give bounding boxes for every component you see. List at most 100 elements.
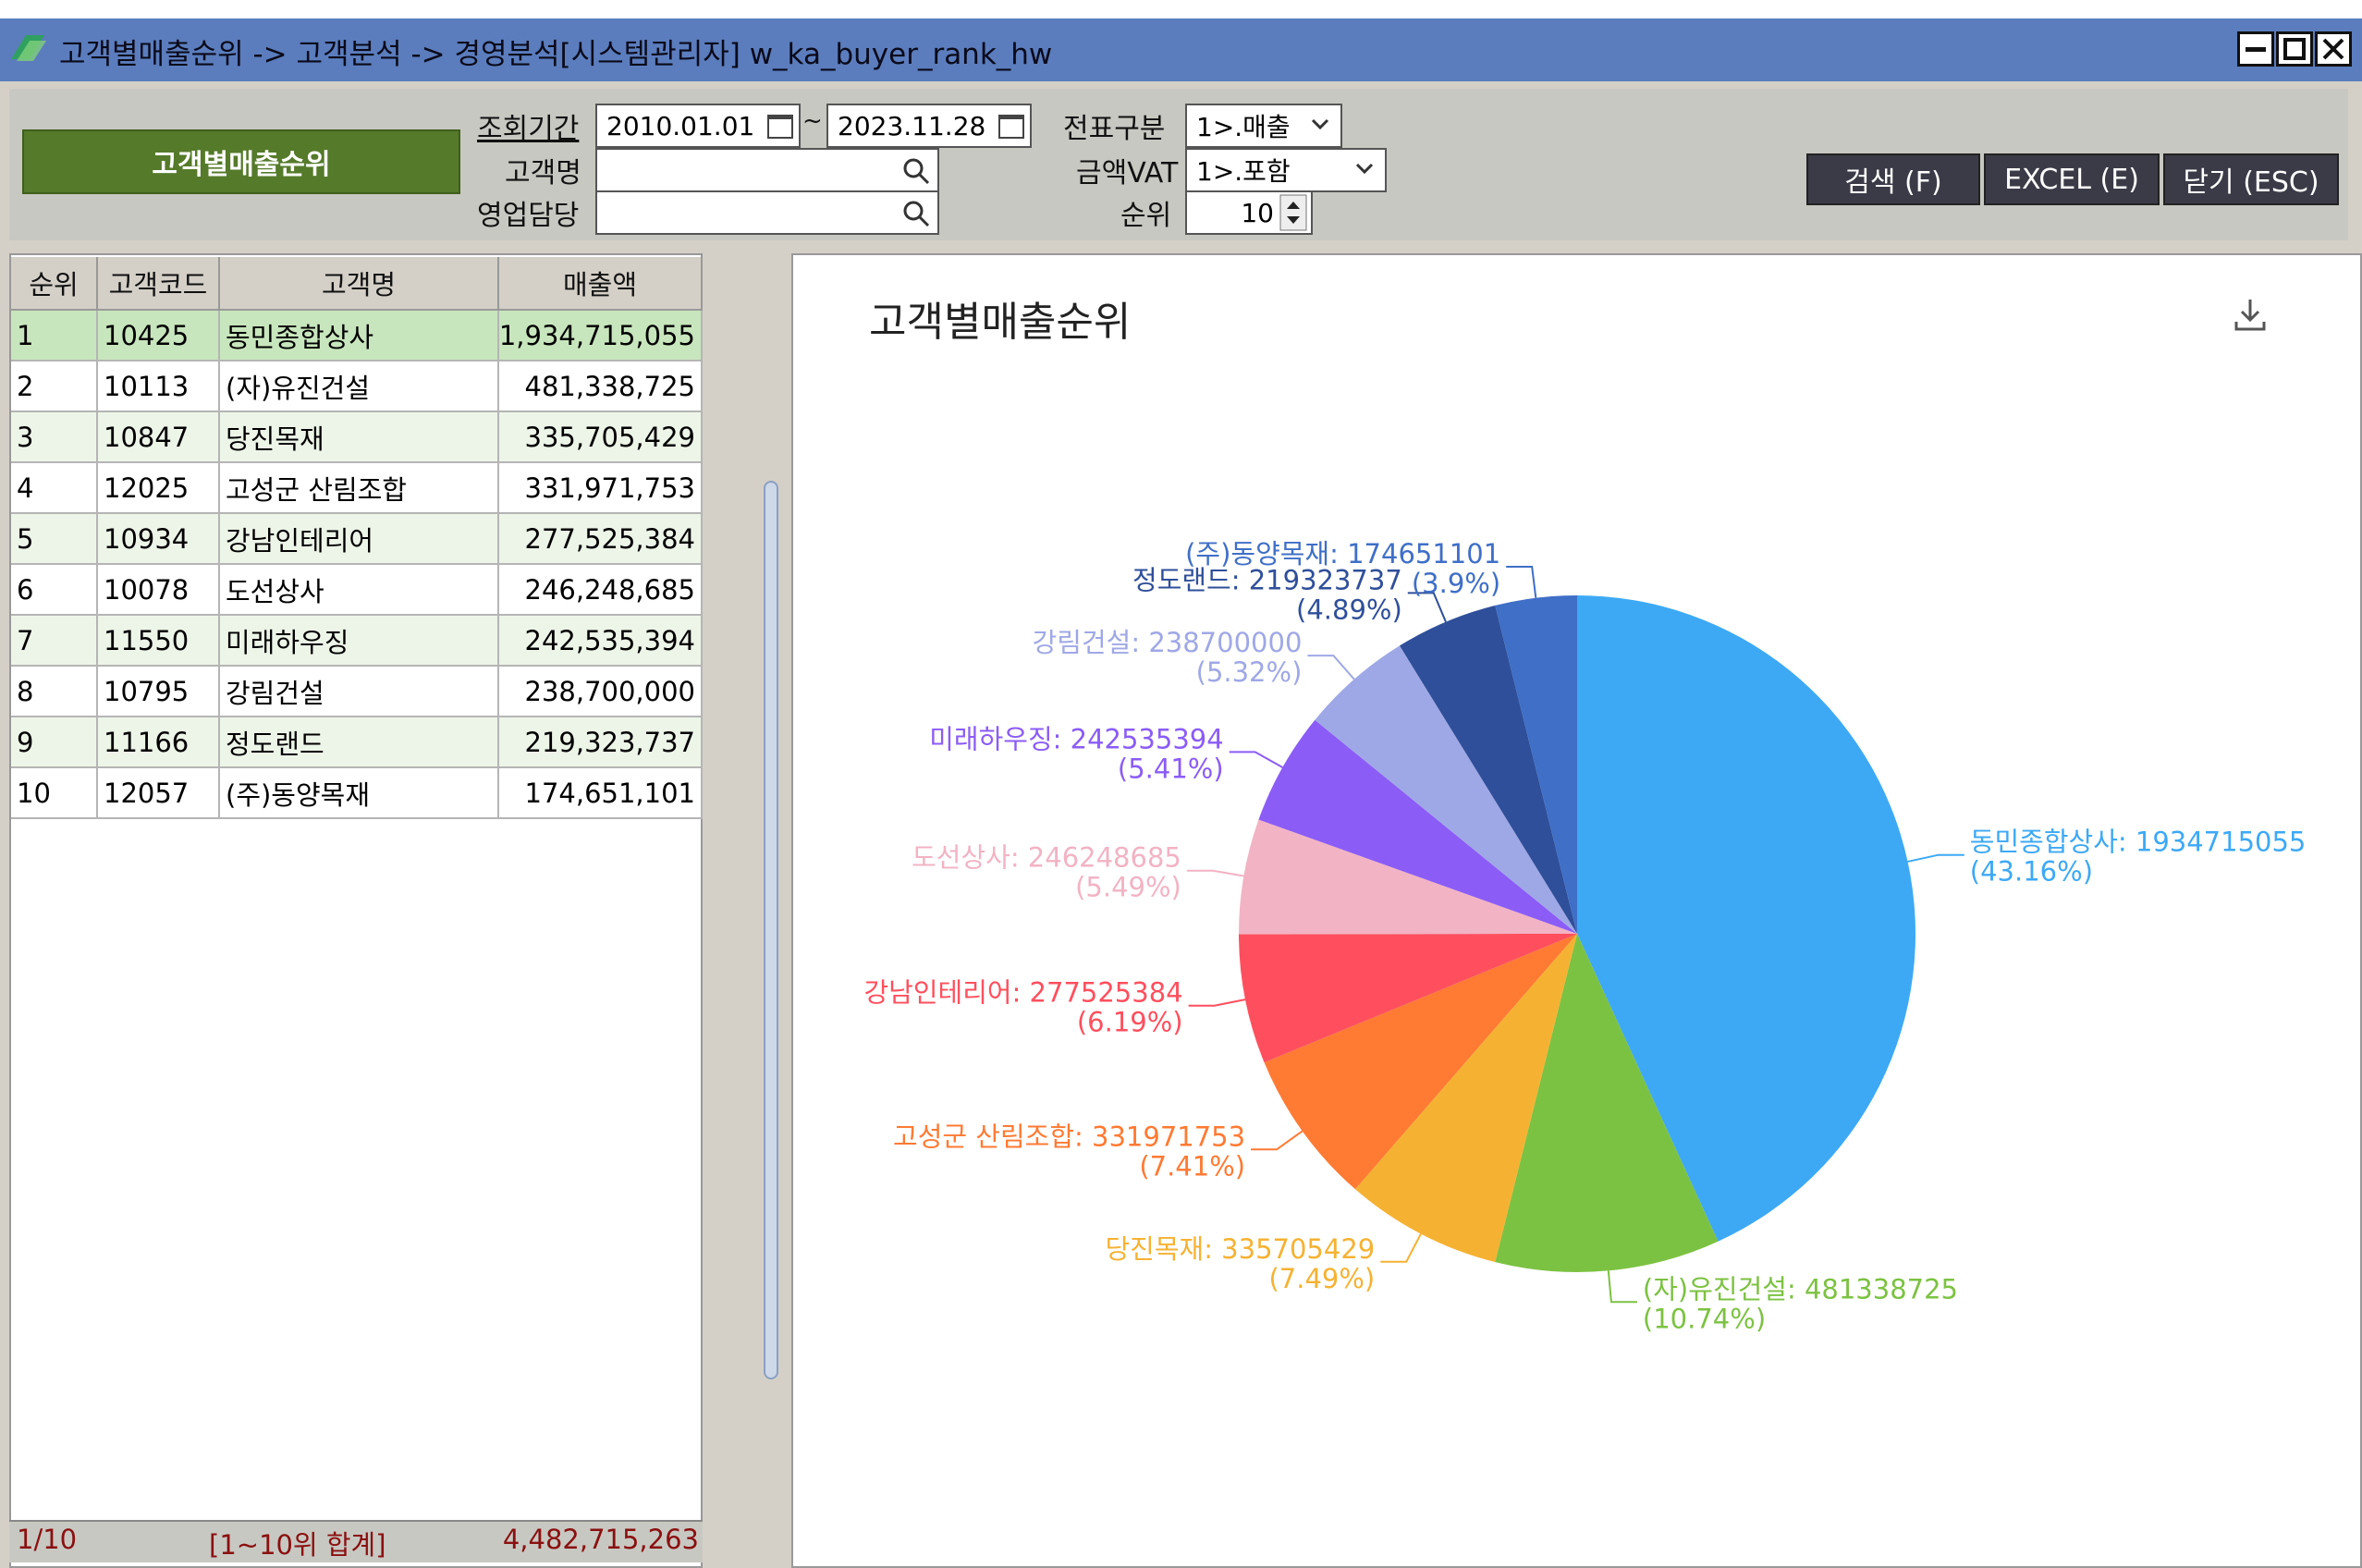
minimize-icon (2246, 47, 2266, 52)
sales-rep-label: 영업담당 (477, 200, 580, 232)
excel-button[interactable]: EXCEL (E) (1984, 153, 2160, 205)
slice-percent: (10.74%) (1643, 1303, 1766, 1334)
slice-label: (자)유진건설: 481338725 (1643, 1273, 1958, 1305)
app-icon (11, 35, 46, 61)
grid-cell-amount[interactable]: 277,525,384 (499, 514, 703, 565)
grid-cell-code[interactable]: 11166 (98, 717, 220, 768)
window-title: 고객별매출순위 -> 고객분석 -> 경영분석[시스템관리자] w_ka_buy… (59, 38, 1053, 71)
slice-percent: (3.9%) (1412, 568, 1500, 599)
grid-cell-rank[interactable]: 10 (11, 768, 98, 819)
chevron-down-icon (1311, 118, 1329, 130)
maximize-button[interactable] (2276, 31, 2313, 67)
pie-leader-line (1380, 1233, 1422, 1263)
pie-leader-line (1229, 751, 1283, 768)
grid-cell-name[interactable]: (자)유진건설 (220, 361, 499, 412)
grid-cell-name[interactable]: 미래하우징 (220, 616, 499, 667)
period-label: 조회기간 (477, 113, 580, 145)
grid-cell-name[interactable]: 강림건설 (220, 667, 499, 717)
grid-cell-amount[interactable]: 174,651,101 (499, 768, 703, 819)
pie-leader-line (1186, 869, 1244, 877)
search-icon[interactable] (900, 155, 932, 187)
date-to-field[interactable]: 2023.11.28 (826, 104, 1032, 148)
maximize-icon (2283, 38, 2306, 60)
search-icon[interactable] (900, 198, 932, 229)
stepper-arrows-icon[interactable] (1279, 194, 1307, 231)
grid-cell-code[interactable]: 12025 (98, 463, 220, 514)
vat-select[interactable]: 1>.포함 (1185, 148, 1387, 192)
grid-cell-rank[interactable]: 4 (11, 463, 98, 514)
date-from-value: 2010.01.01 (606, 110, 755, 141)
slice-percent: (7.49%) (1268, 1263, 1375, 1294)
slice-label: 강림건설: 238700000 (1033, 627, 1303, 658)
date-to-value: 2023.11.28 (838, 110, 986, 141)
screen-title-button[interactable]: 고객별매출순위 (22, 129, 460, 194)
pie-chart: 동민종합상사: 1934715055(43.16%) (자)유진건설: 48133… (863, 538, 2306, 1334)
grid-cell-name[interactable]: 동민종합상사 (220, 311, 499, 361)
doc-type-select[interactable]: 1>.매출 (1185, 104, 1342, 148)
grid-cell-amount[interactable]: 331,971,753 (499, 463, 703, 514)
grid-cell-name[interactable]: (주)동양목재 (220, 768, 499, 819)
grid-cell-code[interactable]: 10847 (98, 412, 220, 463)
grid-cell-amount[interactable]: 246,248,685 (499, 565, 703, 616)
grid-cell-amount[interactable]: 481,338,725 (499, 361, 703, 412)
vat-value: 1>.포함 (1196, 156, 1291, 187)
slice-label: 강남인테리어: 277525384 (863, 977, 1182, 1009)
slice-percent: (4.89%) (1296, 594, 1402, 625)
grid-cell-code[interactable]: 10934 (98, 514, 220, 565)
grid-cell-amount[interactable]: 335,705,429 (499, 412, 703, 463)
grid-cell-rank[interactable]: 5 (11, 514, 98, 565)
rank-value: 10 (1241, 197, 1274, 228)
grid-cell-code[interactable]: 11550 (98, 616, 220, 667)
grid-cell-name[interactable]: 고성군 산림조합 (220, 463, 499, 514)
slice-percent: (5.41%) (1118, 753, 1224, 784)
grid-cell-rank[interactable]: 6 (11, 565, 98, 616)
column-header[interactable]: 순위 (11, 257, 98, 311)
grid-cell-rank[interactable]: 3 (11, 412, 98, 463)
grid-cell-amount[interactable]: 219,323,737 (499, 717, 703, 768)
grid-cell-amount[interactable]: 238,700,000 (499, 667, 703, 717)
date-separator: ~ (802, 107, 823, 135)
sales-rep-input[interactable] (595, 190, 939, 235)
close-button[interactable]: 닫기 (ESC) (2163, 153, 2339, 205)
footer-page: 1/10 (17, 1524, 78, 1555)
grid-cell-code[interactable]: 10113 (98, 361, 220, 412)
slice-percent: (5.49%) (1075, 872, 1181, 903)
grid-cell-code[interactable]: 10795 (98, 667, 220, 717)
grid-cell-amount[interactable]: 1,934,715,055 (499, 311, 703, 361)
close-window-button[interactable] (2315, 31, 2352, 67)
grid-cell-code[interactable]: 12057 (98, 768, 220, 819)
grid-cell-rank[interactable]: 1 (11, 311, 98, 361)
grid-cell-name[interactable]: 정도랜드 (220, 717, 499, 768)
column-header[interactable]: 매출액 (499, 257, 703, 311)
grid-cell-code[interactable]: 10425 (98, 311, 220, 361)
pie-leader-line (1188, 998, 1246, 1007)
pie-leader-line (1251, 1130, 1303, 1151)
minimize-button[interactable] (2237, 31, 2274, 67)
grid-cell-rank[interactable]: 8 (11, 667, 98, 717)
column-header[interactable]: 고객코드 (98, 257, 220, 311)
date-from-field[interactable]: 2010.01.01 (595, 104, 801, 148)
rank-stepper[interactable]: 10 (1185, 190, 1313, 235)
slice-percent: (43.16%) (1970, 856, 2093, 888)
grid-cell-rank[interactable]: 7 (11, 616, 98, 667)
doc-type-label: 전표구분 (1063, 113, 1166, 145)
calendar-icon[interactable] (767, 115, 793, 139)
grid-cell-rank[interactable]: 9 (11, 717, 98, 768)
slice-percent: (7.41%) (1139, 1150, 1245, 1182)
customer-input[interactable] (595, 148, 939, 192)
grid-cell-name[interactable]: 도선상사 (220, 565, 499, 616)
slice-percent: (5.32%) (1196, 656, 1303, 688)
grid-cell-name[interactable]: 당진목재 (220, 412, 499, 463)
grid-cell-amount[interactable]: 242,535,394 (499, 616, 703, 667)
rank-label: 순위 (1120, 200, 1172, 232)
panel-splitter[interactable] (764, 481, 778, 1379)
calendar-icon[interactable] (998, 115, 1024, 139)
grid-cell-code[interactable]: 10078 (98, 565, 220, 616)
grid-cell-rank[interactable]: 2 (11, 361, 98, 412)
grid-cell-name[interactable]: 강남인테리어 (220, 514, 499, 565)
pie-leader-line (1307, 655, 1355, 680)
column-header[interactable]: 고객명 (220, 257, 499, 311)
slice-percent: (6.19%) (1077, 1007, 1183, 1038)
slice-label: 당진목재: 335705429 (1105, 1233, 1375, 1265)
search-button[interactable]: 검색 (F) (1806, 153, 1980, 205)
